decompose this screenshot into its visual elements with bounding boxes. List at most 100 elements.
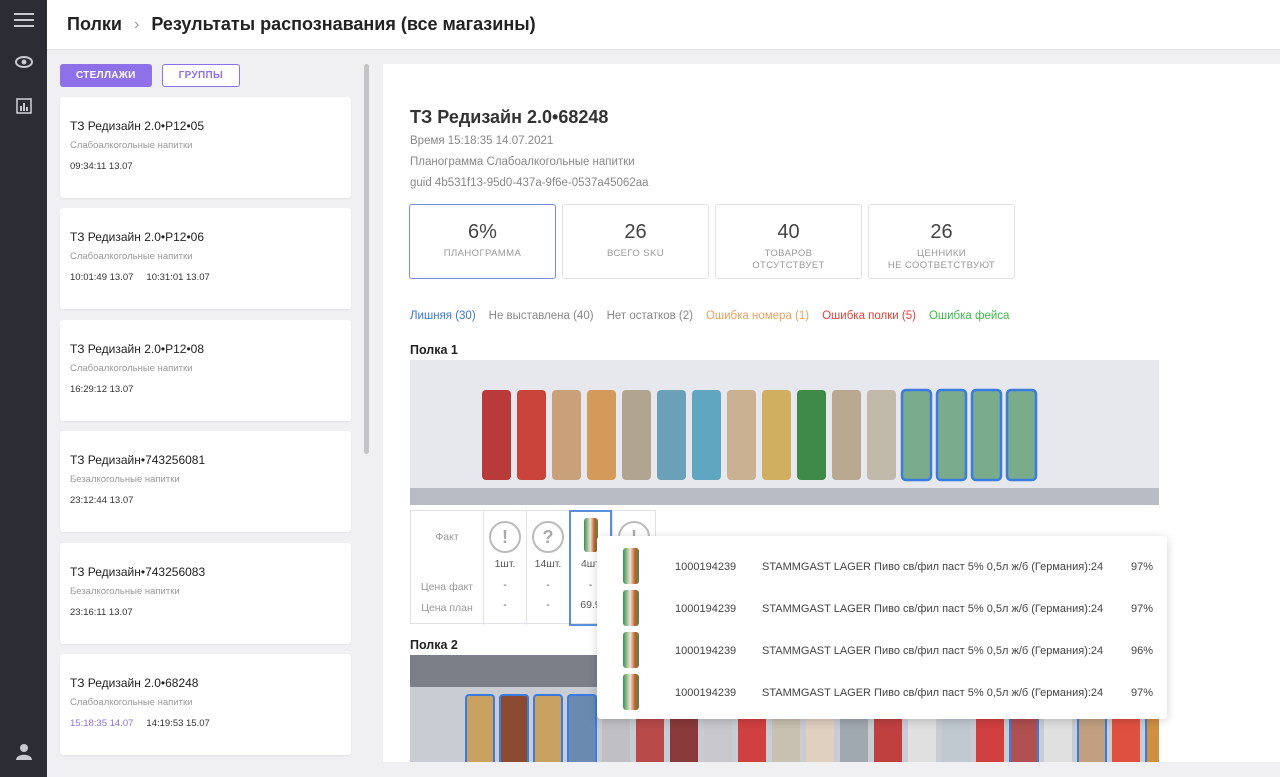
product-name: STAMMGAST LAGER Пиво св/фил паст 5% 0,5л… xyxy=(762,561,1104,573)
rack-card-time[interactable]: 10:31:01 13.07 xyxy=(146,272,209,283)
rack-card-selected[interactable]: ТЗ Редизайн 2.0•68248 Слабоалкогольные н… xyxy=(60,654,351,755)
hamburger-icon[interactable] xyxy=(13,9,35,31)
rack-card-time[interactable]: 16:29:12 13.07 xyxy=(70,384,133,395)
rack-card[interactable]: ТЗ Редизайн•743256083 Безалкогольные нап… xyxy=(60,543,351,644)
stat-sku[interactable]: 26 ВСЕГО SKU xyxy=(562,204,709,279)
match-percent: 97% xyxy=(1131,603,1154,615)
detail-title: ТЗ Редизайн 2.0•68248 xyxy=(410,107,609,127)
shelf-1-can xyxy=(970,388,1003,482)
rack-card-time[interactable]: 23:12:44 13.07 xyxy=(70,495,133,506)
page-title: Результаты распознавания (все магазины) xyxy=(151,14,536,34)
rack-card[interactable]: ТЗ Редизайн 2.0•Р12•08 Слабоалкогольные … xyxy=(60,320,351,421)
detail-time: Время 15:18:35 14.07.2021 xyxy=(410,135,554,147)
rack-card[interactable]: ТЗ Редизайн 2.0•Р12•05 Слабоалкогольные … xyxy=(60,97,351,198)
stat-missing[interactable]: 40 ТОВАРОВ ОТСУТСТВУЕТ xyxy=(715,204,862,279)
breadcrumb-separator: › xyxy=(134,15,140,33)
stat-label-line: ОТСУТСТВУЕТ xyxy=(752,260,825,271)
rack-card-time[interactable]: 10:01:49 13.07 xyxy=(70,272,133,283)
nav-rail xyxy=(0,0,47,777)
candidate-row[interactable]: 1000194239 STAMMGAST LAGER Пиво св/фил п… xyxy=(597,628,1167,670)
stat-label: ПЛАНОГРАММА xyxy=(443,248,522,259)
shelf-1-can xyxy=(727,390,756,480)
filter-extra[interactable]: Лишняя (30) xyxy=(410,310,476,322)
row-label-price-plan: Цена план xyxy=(421,602,473,614)
stat-value: 26 xyxy=(624,221,647,243)
detail-planogram: Планограмма Слабоалкогольные напитки xyxy=(410,156,635,168)
product-code: 1000194239 xyxy=(675,645,737,657)
filter-number-error[interactable]: Ошибка номера (1) xyxy=(706,310,809,322)
rack-card-title: ТЗ Редизайн 2.0•Р12•05 xyxy=(70,119,204,133)
product-thumbnail xyxy=(623,548,639,584)
fact-column[interactable]: ? 14шт. - - xyxy=(526,511,569,625)
fact-column[interactable]: ! 1шт. - - xyxy=(483,511,526,625)
filter-no-stock[interactable]: Нет остатков (2) xyxy=(607,310,693,322)
rack-card[interactable]: ТЗ Редизайн•743256081 Безалкогольные нап… xyxy=(60,431,351,532)
shelf-1-can xyxy=(1005,388,1038,482)
shelf-1-can xyxy=(900,388,933,482)
rack-card-time-active[interactable]: 15:18:35 14.07 xyxy=(70,718,133,729)
stat-planogram[interactable]: 6% ПЛАНОГРАММА xyxy=(409,204,556,279)
rack-card-category: Безалкогольные напитки xyxy=(70,474,180,485)
shelf-1-photo[interactable] xyxy=(410,360,1159,505)
rack-card-category: Слабоалкогольные напитки xyxy=(70,251,193,262)
shelf-1-title: Полка 1 xyxy=(410,343,458,357)
candidate-row[interactable]: 1000194239 STAMMGAST LAGER Пиво св/фил п… xyxy=(597,544,1167,586)
eye-icon[interactable] xyxy=(13,51,35,73)
stat-label-line: ЦЕННИКИ xyxy=(916,248,967,259)
candidate-row[interactable]: 1000194239 STAMMGAST LAGER Пиво св/фил п… xyxy=(597,670,1167,712)
rack-card-title: ТЗ Редизайн 2.0•Р12•08 xyxy=(70,342,204,356)
fact-count: 14шт. xyxy=(534,558,562,570)
detail-guid: guid 4b531f13-95d0-437a-9f6e-0537a45062a… xyxy=(410,177,649,189)
rack-card[interactable]: ТЗ Редизайн 2.0•Р12•06 Слабоалкогольные … xyxy=(60,208,351,309)
chart-icon[interactable] xyxy=(13,95,35,117)
price-fact: - xyxy=(503,579,507,591)
shelf-2-title: Полка 2 xyxy=(410,638,458,652)
user-icon[interactable] xyxy=(13,741,35,763)
match-percent: 97% xyxy=(1131,687,1154,699)
stat-label: ВСЕГО SKU xyxy=(607,248,664,259)
candidate-row[interactable]: 1000194239 STAMMGAST LAGER Пиво св/фил п… xyxy=(597,586,1167,628)
filter-shelf-error[interactable]: Ошибка полки (5) xyxy=(822,310,916,322)
view-tabs: СТЕЛЛАЖИ ГРУППЫ xyxy=(60,64,241,87)
shelf-1-can xyxy=(762,390,791,480)
rack-card-title: ТЗ Редизайн•743256083 xyxy=(70,565,206,579)
shelf-1-can xyxy=(692,390,721,480)
filter-not-displayed[interactable]: Не выставлена (40) xyxy=(489,310,594,322)
stat-value: 6% xyxy=(468,221,497,243)
stat-label: ЦЕННИКИ НЕ СООТВЕТСТВУЮТ xyxy=(869,248,1014,272)
shelf-1-can xyxy=(552,390,581,480)
rack-card-category: Слабоалкогольные напитки xyxy=(70,697,193,708)
product-candidates-popup: 1000194239 STAMMGAST LAGER Пиво св/фил п… xyxy=(597,536,1167,719)
row-label-fact: Факт xyxy=(435,531,459,543)
rack-card-time[interactable]: 23:16:11 13.07 xyxy=(70,607,133,618)
stat-label-line: ТОВАРОВ xyxy=(764,248,813,259)
rack-card-title: ТЗ Редизайн 2.0•68248 xyxy=(70,676,199,690)
tab-racks[interactable]: СТЕЛЛАЖИ xyxy=(60,64,152,87)
product-thumbnail xyxy=(623,674,639,710)
rack-card-category: Безалкогольные напитки xyxy=(70,586,180,597)
breadcrumb-root[interactable]: Полки xyxy=(67,14,122,35)
tab-groups[interactable]: ГРУППЫ xyxy=(161,64,241,87)
shelf-1-can xyxy=(935,388,968,482)
product-code: 1000194239 xyxy=(675,561,737,573)
rack-card-title: ТЗ Редизайн 2.0•Р12•06 xyxy=(70,230,204,244)
rack-card-category: Слабоалкогольные напитки xyxy=(70,140,193,151)
product-name: STAMMGAST LAGER Пиво св/фил паст 5% 0,5л… xyxy=(762,687,1104,699)
shelf-1-can xyxy=(587,390,616,480)
stat-value: 40 xyxy=(777,221,800,243)
product-name: STAMMGAST LAGER Пиво св/фил паст 5% 0,5л… xyxy=(762,603,1104,615)
product-code: 1000194239 xyxy=(675,687,737,699)
product-name: STAMMGAST LAGER Пиво св/фил паст 5% 0,5л… xyxy=(762,645,1104,657)
filter-face-error[interactable]: Ошибка фейса xyxy=(929,310,1009,322)
warning-icon: ! xyxy=(489,521,521,553)
stat-price-tags[interactable]: 26 ЦЕННИКИ НЕ СООТВЕТСТВУЮТ xyxy=(868,204,1015,279)
rack-card-time[interactable]: 09:34:11 13.07 xyxy=(70,161,133,172)
product-thumbnail xyxy=(623,590,639,626)
product-thumbnail xyxy=(623,632,639,668)
rack-card-time[interactable]: 14:19:53 15.07 xyxy=(146,718,209,729)
price-fact: - xyxy=(546,579,550,591)
price-plan: - xyxy=(546,599,550,611)
list-scrollbar[interactable] xyxy=(364,64,369,454)
header: Полки › Результаты распознавания (все ма… xyxy=(47,0,1280,50)
product-thumbnail xyxy=(583,518,598,552)
